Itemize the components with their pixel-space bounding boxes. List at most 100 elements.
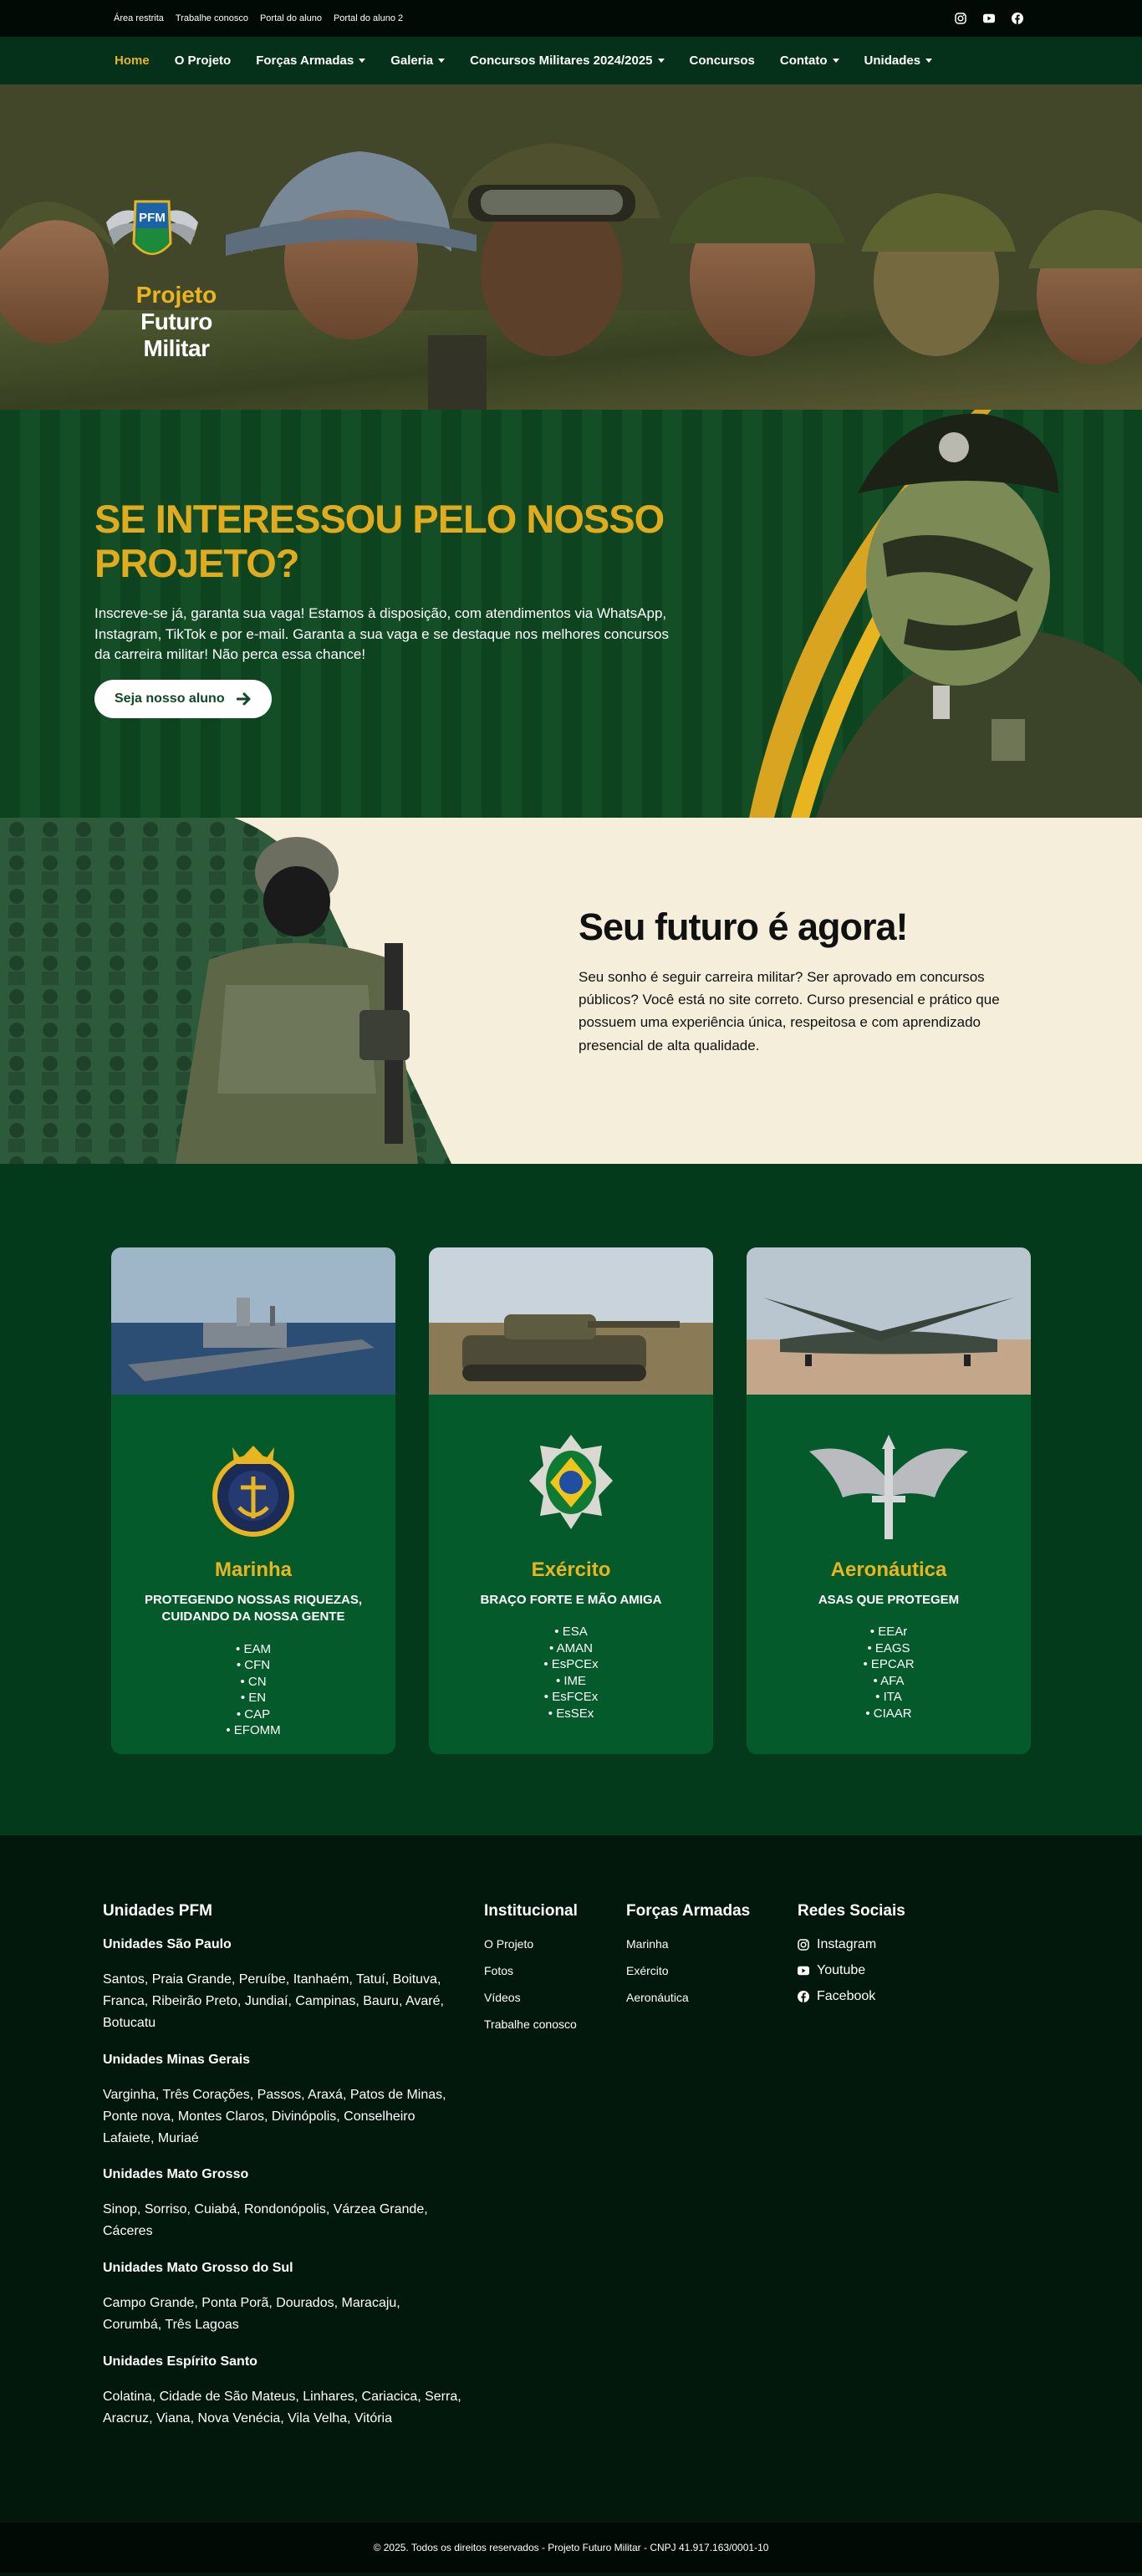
future-text: Seu sonho é seguir carreira militar? Ser… [579, 969, 1000, 1053]
facebook-icon[interactable] [1012, 13, 1023, 24]
list-item: EsPCEx [429, 1656, 713, 1673]
card-title: Aeronáutica [830, 1558, 947, 1581]
nav-item-contact[interactable]: Contato [780, 54, 839, 68]
top-bar: Área restrita Trabalhe conosco Portal do… [0, 0, 1142, 37]
top-links: Área restrita Trabalhe conosco Portal do… [114, 13, 403, 23]
hero-brand: Projeto Futuro Militar [105, 282, 247, 362]
social-label: Instagram [817, 1937, 877, 1951]
card-motto: PROTEGENDO NOSSAS RIQUEZAS, CUIDANDO DA … [144, 1593, 363, 1625]
footer-social-column: Redes Sociais Instagram Youtube Facebook [798, 1902, 905, 2015]
army-emblem-icon [529, 1435, 613, 1529]
list-item: ESA [429, 1624, 713, 1640]
nav-item-armed-forces[interactable]: Forças Armadas [256, 54, 366, 68]
instagram-icon[interactable] [955, 13, 966, 24]
nav-item-military-contests[interactable]: Concursos Militares 2024/2025 [470, 54, 665, 68]
top-link-portal-2[interactable]: Portal do aluno 2 [334, 13, 403, 23]
become-student-button[interactable]: Seja nosso aluno [94, 680, 272, 718]
soldier-rifle-image [0, 818, 451, 1164]
footer-forces-column: Forças Armadas Marinha Exército Aeronáut… [626, 1902, 750, 2017]
card-title: Marinha [214, 1558, 292, 1581]
future-title: Seu futuro é agora! [579, 905, 909, 948]
chevron-down-icon [925, 59, 933, 63]
nav-item-gallery[interactable]: Galeria [390, 54, 446, 68]
list-item: ITA [747, 1689, 1031, 1706]
arrow-right-icon [236, 692, 251, 706]
copyright-text: © 2025. Todos os direitos reservados - P… [373, 2542, 769, 2553]
nav-item-contests[interactable]: Concursos [690, 54, 755, 68]
list-item: CIAAR [747, 1706, 1031, 1722]
nav-label: Unidades [864, 54, 921, 68]
chevron-down-icon [657, 59, 665, 63]
footer-link-videos[interactable]: Vídeos [484, 1991, 578, 2004]
footer-link-work[interactable]: Trabalhe conosco [484, 2017, 578, 2031]
list-item: EN [111, 1690, 395, 1706]
list-item: EAM [111, 1641, 395, 1658]
region-title: Unidades Minas Gerais [103, 2052, 251, 2067]
nav-label: Concursos Militares 2024/2025 [470, 54, 653, 68]
forces-title: Forças Armadas [626, 1902, 751, 1920]
list-item: EsSEx [429, 1706, 713, 1722]
nav-label: O Projeto [174, 54, 232, 68]
brand-line-2: Futuro Militar [140, 309, 212, 361]
footer-link-marinha[interactable]: Marinha [626, 1937, 750, 1951]
interest-text: Inscreve-se já, garanta sua vaga! Estamo… [94, 605, 669, 663]
brand-line-1: Projeto [135, 282, 217, 308]
footer-social-facebook[interactable]: Facebook [798, 1989, 905, 2004]
nav-label: Home [115, 54, 150, 68]
air-force-emblem-icon [809, 1435, 968, 1539]
future-section: Seu futuro é agora! Seu sonho é seguir c… [0, 818, 1142, 1164]
footer-social-instagram[interactable]: Instagram [798, 1937, 905, 1952]
copyright-bar: © 2025. Todos os direitos reservados - P… [0, 2522, 1142, 2573]
footer-link-aeronautica[interactable]: Aeronáutica [626, 1991, 750, 2004]
footer-link-exercito[interactable]: Exército [626, 1964, 750, 1977]
footer-institutional-column: Institucional O Projeto Fotos Vídeos Tra… [484, 1902, 578, 2044]
youtube-icon[interactable] [983, 13, 995, 24]
list-item: EFOMM [111, 1722, 395, 1739]
footer-link-photos[interactable]: Fotos [484, 1964, 578, 1977]
region-cities: Sinop, Sorriso, Cuiabá, Rondonópolis, Vá… [103, 2202, 428, 2239]
list-item: EEAr [747, 1624, 1031, 1640]
top-link-restricted[interactable]: Área restrita [114, 13, 164, 23]
logo-text: PFM [139, 211, 166, 225]
social-label: Youtube [817, 1963, 866, 1977]
card-aeronautica[interactable]: Aeronáutica ASAS QUE PROTEGEM EEAr EAGS … [747, 1247, 1031, 1754]
institutional-title: Institucional [484, 1902, 578, 1920]
nav-label: Galeria [390, 54, 434, 68]
interest-title: SE INTERESSOU PELO NOSSO PROJETO? [94, 497, 665, 585]
nav-item-units[interactable]: Unidades [864, 54, 933, 68]
card-exercito[interactable]: Exército BRAÇO FORTE E MÃO AMIGA ESA AMA… [429, 1247, 713, 1754]
region-cities: Colatina, Cidade de São Mateus, Linhares… [103, 2390, 461, 2426]
footer-social-youtube[interactable]: Youtube [798, 1963, 905, 1978]
nav-label: Contato [779, 54, 828, 68]
nav-label: Forças Armadas [256, 54, 354, 68]
tank-image [429, 1247, 713, 1395]
list-item: EAGS [747, 1640, 1031, 1657]
card-motto: BRAÇO FORTE E MÃO AMIGA [480, 1593, 662, 1607]
top-link-portal[interactable]: Portal do aluno [260, 13, 322, 23]
cta-label: Seja nosso aluno [115, 691, 225, 706]
region-title: Unidades Mato Grosso do Sul [103, 2261, 293, 2276]
facebook-icon [798, 1991, 809, 2002]
card-marinha[interactable]: Marinha PROTEGENDO NOSSAS RIQUEZAS, CUID… [111, 1247, 395, 1754]
card-title: Exército [531, 1558, 611, 1581]
top-social [955, 13, 1023, 24]
navy-emblem-icon [212, 1446, 294, 1537]
forces-section: Marinha PROTEGENDO NOSSAS RIQUEZAS, CUID… [0, 1164, 1142, 1835]
footer-link-project[interactable]: O Projeto [484, 1937, 578, 1951]
region-cities: Santos, Praia Grande, Peruíbe, Itanhaém,… [103, 1972, 444, 2030]
card-motto: ASAS QUE PROTEGEM [818, 1593, 960, 1607]
list-item: EPCAR [747, 1656, 1031, 1673]
social-title: Redes Sociais [798, 1902, 905, 1920]
region-cities: Campo Grande, Ponta Porã, Dourados, Mara… [103, 2296, 400, 2333]
chevron-down-icon [359, 59, 366, 63]
nav-item-home[interactable]: Home [115, 54, 150, 68]
youtube-icon [798, 1966, 809, 1976]
region-title: Unidades Espírito Santo [103, 2354, 257, 2369]
nav-item-project[interactable]: O Projeto [175, 54, 232, 68]
top-link-work[interactable]: Trabalhe conosco [176, 13, 248, 23]
list-item: CAP [111, 1706, 395, 1723]
list-item: EsFCEx [429, 1689, 713, 1706]
region-title: Unidades Mato Grosso [103, 2167, 249, 2182]
list-item: CFN [111, 1657, 395, 1674]
region-cities: Varginha, Três Corações, Passos, Araxá, … [103, 2087, 446, 2145]
